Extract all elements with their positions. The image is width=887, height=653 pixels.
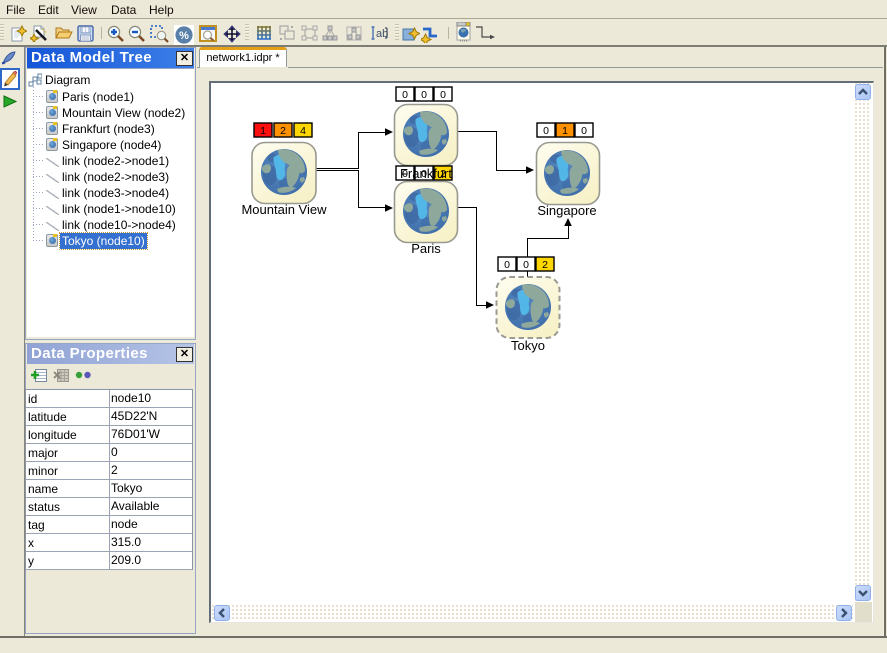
svg-text:1: 1 bbox=[562, 125, 568, 137]
svg-text:0: 0 bbox=[440, 89, 446, 101]
svg-text:0: 0 bbox=[504, 259, 510, 271]
svg-text:0: 0 bbox=[543, 125, 549, 137]
svg-text:0: 0 bbox=[421, 89, 427, 101]
svg-text:0: 0 bbox=[523, 259, 529, 271]
svg-text:4: 4 bbox=[300, 125, 306, 137]
svg-text:Tokyo: Tokyo bbox=[511, 338, 545, 353]
svg-text:1: 1 bbox=[260, 125, 266, 137]
svg-text:Singapore: Singapore bbox=[537, 203, 596, 218]
svg-text:2: 2 bbox=[280, 125, 286, 137]
svg-text:0: 0 bbox=[581, 125, 587, 137]
svg-text:%: % bbox=[179, 30, 189, 42]
svg-text:Mountain View: Mountain View bbox=[241, 202, 327, 217]
svg-text:2: 2 bbox=[542, 259, 548, 271]
svg-text:0: 0 bbox=[402, 89, 408, 101]
svg-text:Frankfurt: Frankfurt bbox=[400, 166, 452, 181]
svg-text:Paris: Paris bbox=[411, 241, 441, 256]
